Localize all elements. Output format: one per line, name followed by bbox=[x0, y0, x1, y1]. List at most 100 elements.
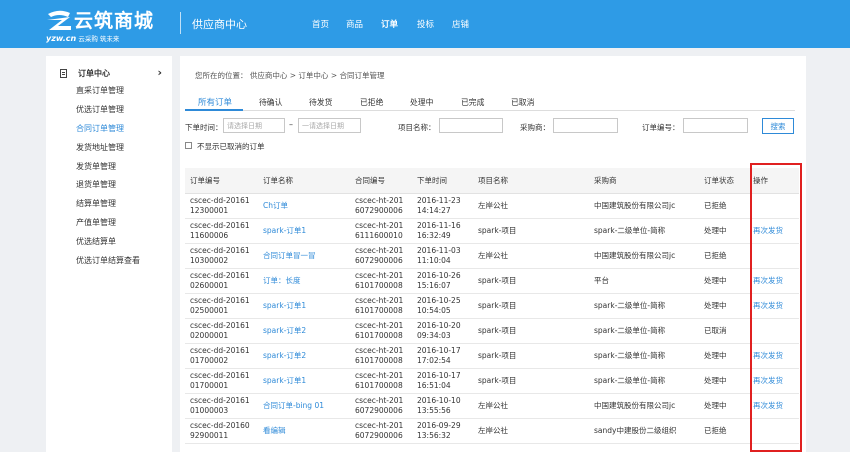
cell-order-time: 2016-10-17 16:51:04 bbox=[412, 368, 473, 395]
cell-contract-no: cscec-ht-201 6101700008 bbox=[350, 368, 412, 395]
sidebar: 订单中心 › 直采订单管理 优选订单管理 合同订单管理 发货地址管理 发货单管理… bbox=[46, 56, 172, 452]
cell-order-name-link[interactable]: spark-订单1 bbox=[258, 368, 350, 395]
cell-order-name-link[interactable]: spark-订单1 bbox=[258, 293, 350, 319]
project-name-label: 项目名称： bbox=[398, 123, 436, 132]
sidebar-item-return-notes[interactable]: 退货单管理 bbox=[76, 179, 140, 198]
contract-no-line1: cscec-ht-201 bbox=[355, 245, 404, 255]
tab-all-orders[interactable]: 所有订单 bbox=[198, 96, 232, 108]
order-no-line2: 02000001 bbox=[190, 331, 229, 341]
cell-buyer: 中国建筑股份有限公司jc bbox=[589, 193, 699, 219]
buyer-input[interactable] bbox=[553, 118, 618, 133]
contract-no-line1: cscec-ht-201 bbox=[355, 195, 404, 205]
order-no-input[interactable] bbox=[683, 118, 748, 133]
table-row: cscec-dd-20161 11600006 spark-订单1 cscec-ht-… bbox=[185, 218, 799, 244]
cell-reship-link[interactable]: 再次发货 bbox=[748, 268, 799, 294]
search-button[interactable]: 搜索 bbox=[762, 118, 794, 134]
cell-reship-link[interactable]: 再次发货 bbox=[748, 343, 799, 370]
header-operation: 操作 bbox=[748, 168, 799, 194]
cloud-logo-icon bbox=[47, 10, 71, 30]
cell-order-name-link[interactable]: spark-订单2 bbox=[258, 318, 350, 345]
sidebar-item-direct-orders[interactable]: 直采订单管理 bbox=[76, 85, 140, 104]
order-date: 2016-11-03 bbox=[417, 245, 461, 255]
cell-buyer: sandy中建股份二级组织 bbox=[589, 418, 699, 445]
contract-no-line1: cscec-ht-201 bbox=[355, 396, 404, 406]
cell-order-time: 2016-11-03 11:10:04 bbox=[412, 243, 473, 269]
order-date: 2016-10-20 bbox=[417, 321, 461, 331]
sidebar-item-contract-orders[interactable]: 合同订单管理 bbox=[76, 123, 140, 142]
order-clock: 15:16:07 bbox=[417, 280, 451, 290]
cell-buyer: 中国建筑股份有限公司jc bbox=[589, 393, 699, 420]
cell-order-no: cscec-dd-20161 01700002 bbox=[185, 343, 258, 370]
cell-contract-no: cscec-ht-201 6072900006 bbox=[350, 243, 412, 269]
cell-buyer: spark-二级单位-简称 bbox=[589, 293, 699, 319]
end-date-input[interactable] bbox=[298, 118, 361, 133]
nav-orders[interactable]: 订单 bbox=[381, 18, 417, 30]
contract-no-line1: cscec-ht-201 bbox=[355, 371, 404, 381]
nav-store[interactable]: 店铺 bbox=[452, 18, 486, 30]
header-project-name: 项目名称 bbox=[473, 168, 589, 194]
logo-slogan: 云采购 筑未来 bbox=[78, 35, 120, 43]
logo-text: 云筑商城 bbox=[74, 10, 155, 32]
cell-project-name: 左岸公社 bbox=[473, 243, 589, 269]
sidebar-item-shipping-addresses[interactable]: 发货地址管理 bbox=[76, 142, 140, 161]
order-clock: 13:56:32 bbox=[417, 431, 451, 441]
cell-status: 处理中 bbox=[699, 218, 748, 244]
contract-no-line1: cscec-ht-201 bbox=[355, 321, 404, 331]
nav-bidding[interactable]: 投标 bbox=[417, 18, 452, 30]
sidebar-item-preferred-settlement-view[interactable]: 优选订单结算查看 bbox=[76, 255, 140, 274]
start-date-input[interactable] bbox=[223, 118, 285, 133]
cell-order-no: cscec-dd-20161 02000001 bbox=[185, 318, 258, 345]
sidebar-item-preferred-settlements[interactable]: 优选结算单 bbox=[76, 236, 140, 255]
cell-order-time: 2016-10-20 09:34:03 bbox=[412, 318, 473, 345]
cell-contract-no: cscec-ht-201 6101700008 bbox=[350, 293, 412, 319]
sidebar-item-settlements[interactable]: 结算单管理 bbox=[76, 198, 140, 217]
tab-processing[interactable]: 处理中 bbox=[410, 97, 433, 108]
project-name-input[interactable] bbox=[439, 118, 503, 133]
cell-order-name-link[interactable]: 合同订单冒一冒 bbox=[258, 243, 350, 269]
order-no-line1: cscec-dd-20161 bbox=[190, 321, 250, 331]
cell-order-name-link[interactable]: 合同订单-bing 01 bbox=[258, 393, 350, 420]
date-range-dash: – bbox=[289, 120, 293, 129]
order-no-line2: 92900011 bbox=[190, 431, 229, 441]
breadcrumb: 您所在的位置： 供应商中心 > 订单中心 > 合同订单管理 bbox=[195, 71, 385, 80]
cell-order-name-link[interactable]: 看编辑 bbox=[258, 418, 350, 445]
cell-order-no: cscec-dd-20161 01700001 bbox=[185, 368, 258, 395]
tab-pending-confirm[interactable]: 待确认 bbox=[259, 97, 282, 108]
header-divider bbox=[180, 12, 181, 34]
sidebar-item-delivery-notes[interactable]: 发货单管理 bbox=[76, 161, 140, 180]
cell-status: 处理中 bbox=[699, 293, 748, 319]
cell-reship-link[interactable]: 再次发货 bbox=[748, 368, 799, 395]
cell-order-name-link[interactable]: spark-订单1 bbox=[258, 218, 350, 244]
nav-products[interactable]: 商品 bbox=[346, 18, 381, 30]
cell-reship-link[interactable]: 再次发货 bbox=[748, 218, 799, 244]
order-no-line1: cscec-dd-20160 bbox=[190, 421, 250, 431]
order-clock: 10:54:05 bbox=[417, 305, 451, 315]
cell-buyer: spark-二级单位-简称 bbox=[589, 343, 699, 370]
cell-order-name-link[interactable]: spark-订单2 bbox=[258, 343, 350, 370]
tab-cancelled[interactable]: 已取消 bbox=[511, 97, 534, 108]
cell-order-name-link[interactable]: 订单：长度 bbox=[258, 268, 350, 294]
hide-cancelled-checkbox[interactable] bbox=[185, 142, 192, 149]
order-no-line1: cscec-dd-20161 bbox=[190, 295, 250, 305]
order-date: 2016-11-23 bbox=[417, 195, 461, 205]
sidebar-item-output-value[interactable]: 产值单管理 bbox=[76, 217, 140, 236]
order-clock: 11:10:04 bbox=[417, 255, 451, 265]
table-row: cscec-dd-20161 02000001 spark-订单2 cscec-ht-… bbox=[185, 318, 799, 345]
tab-rejected[interactable]: 已拒绝 bbox=[360, 97, 383, 108]
nav-home[interactable]: 首页 bbox=[312, 18, 346, 30]
tab-pending-shipment[interactable]: 待发货 bbox=[309, 97, 332, 108]
tab-completed[interactable]: 已完成 bbox=[461, 97, 484, 108]
cell-reship-link[interactable]: 再次发货 bbox=[748, 293, 799, 319]
cell-reship-link[interactable]: 再次发货 bbox=[748, 393, 799, 420]
order-no-line1: cscec-dd-20161 bbox=[190, 245, 250, 255]
sidebar-section-order-center[interactable]: 订单中心 › bbox=[60, 66, 162, 80]
order-clock: 16:51:04 bbox=[417, 381, 451, 391]
order-no-line1: cscec-dd-20161 bbox=[190, 371, 250, 381]
brand-logo[interactable]: 云筑商城 yzw.cn 云采购 筑未来 bbox=[44, 6, 174, 43]
cell-reship-link bbox=[748, 243, 799, 269]
sidebar-item-preferred-orders[interactable]: 优选订单管理 bbox=[76, 104, 140, 123]
cell-order-name-link[interactable]: Ch订单 bbox=[258, 193, 350, 219]
table-row: cscec-dd-20161 01700002 spark-订单2 cscec-ht-… bbox=[185, 343, 799, 370]
table-row: cscec-dd-20161 02500001 spark-订单1 cscec-ht-… bbox=[185, 293, 799, 319]
order-time-label: 下单时间： bbox=[185, 123, 223, 132]
